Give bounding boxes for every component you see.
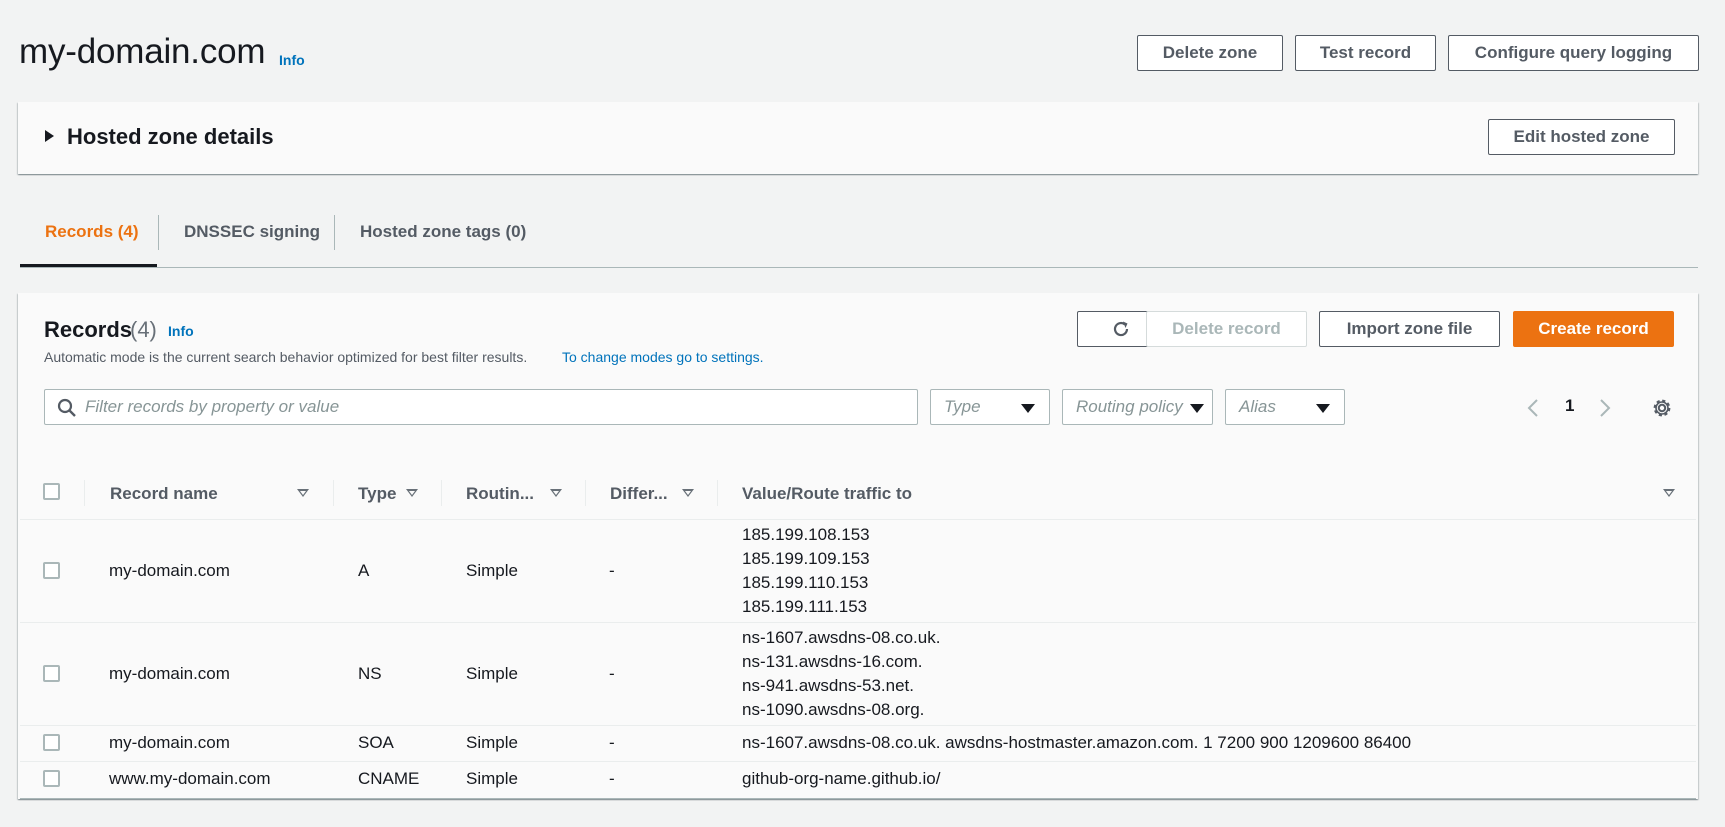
chevron-left-icon[interactable] (1526, 398, 1540, 418)
tab-separator (158, 215, 159, 250)
records-title: Records (44, 317, 133, 342)
tabs-divider (20, 267, 1698, 268)
record-type-cell: A (358, 561, 370, 580)
value-line: 185.199.111.153 (742, 597, 868, 616)
row-divider (20, 761, 1696, 762)
tab-records[interactable]: Records (4) (45, 222, 139, 242)
value-line: 185.199.110.153 (742, 573, 869, 592)
record-differ-cell: - (609, 769, 615, 788)
column-separator (333, 480, 334, 506)
value-line: ns-131.awsdns-16.com. (742, 652, 923, 671)
record-name-cell: www.my-domain.com (109, 769, 271, 788)
record-routing-cell: Simple (466, 733, 518, 752)
chevron-right-icon[interactable] (1598, 398, 1612, 418)
search-input[interactable] (85, 390, 905, 424)
record-routing-cell: Simple (466, 561, 518, 580)
table-bottom-border (20, 798, 1696, 799)
pagination-current-page[interactable]: 1 (1565, 396, 1574, 416)
edit-hosted-zone-button[interactable]: Edit hosted zone (1488, 119, 1675, 155)
row-checkbox[interactable] (43, 562, 60, 579)
column-separator (84, 480, 85, 506)
gear-icon[interactable] (1651, 397, 1673, 419)
value-line: ns-1607.awsdns-08.co.uk. awsdns-hostmast… (742, 733, 1412, 752)
routing-policy-filter-select[interactable]: Routing policy (1062, 389, 1213, 425)
column-header-record-name[interactable]: Record name (110, 484, 218, 504)
record-differ-cell: - (609, 561, 615, 580)
record-name-cell: my-domain.com (109, 664, 230, 683)
caret-down-icon (1021, 404, 1035, 413)
value-line: github-org-name.github.io/ (742, 769, 941, 788)
record-type-cell: CNAME (358, 769, 420, 788)
record-value-cell: ns-1607.awsdns-08.co.uk. ns-131.awsdns-1… (742, 626, 940, 722)
configure-query-logging-button[interactable]: Configure query logging (1448, 35, 1699, 71)
value-line: ns-1090.awsdns-08.org. (742, 700, 925, 719)
alias-filter-label: Alias (1239, 397, 1276, 416)
alias-filter-select[interactable]: Alias (1225, 389, 1345, 425)
caret-down-icon (1316, 404, 1330, 413)
type-filter-label: Type (944, 397, 981, 416)
caret-right-icon[interactable] (45, 130, 54, 142)
hosted-zone-details-toggle[interactable]: Hosted zone details (67, 124, 274, 150)
column-header-routing[interactable]: Routin... (466, 484, 534, 504)
column-header-value[interactable]: Value/Route traffic to (742, 484, 912, 504)
record-value-cell: ns-1607.awsdns-08.co.uk. awsdns-hostmast… (742, 731, 1411, 755)
record-type-cell: SOA (358, 733, 394, 752)
column-separator (585, 480, 586, 506)
value-line: ns-941.awsdns-53.net. (742, 676, 914, 695)
sort-icon[interactable] (682, 489, 694, 497)
record-differ-cell: - (609, 733, 615, 752)
value-line: 185.199.109.153 (742, 549, 870, 568)
row-divider (20, 622, 1696, 623)
create-record-button[interactable]: Create record (1513, 311, 1674, 347)
sort-icon[interactable] (297, 489, 309, 497)
tab-dnssec-signing[interactable]: DNSSEC signing (184, 222, 320, 242)
row-checkbox[interactable] (43, 734, 60, 751)
tab-hosted-zone-tags[interactable]: Hosted zone tags (0) (360, 222, 526, 242)
value-line: 185.199.108.153 (742, 525, 870, 544)
import-zone-file-button[interactable]: Import zone file (1319, 311, 1500, 347)
records-count: (4) (130, 317, 157, 342)
refresh-icon (1113, 321, 1129, 337)
record-type-cell: NS (358, 664, 382, 683)
sort-icon[interactable] (406, 489, 418, 497)
column-separator (717, 480, 718, 506)
column-separator (441, 480, 442, 506)
record-name-cell: my-domain.com (109, 733, 230, 752)
record-differ-cell: - (609, 664, 615, 683)
title-info-link[interactable]: Info (279, 52, 305, 68)
records-info-link[interactable]: Info (168, 323, 194, 339)
delete-zone-button[interactable]: Delete zone (1137, 35, 1283, 71)
row-divider (20, 725, 1696, 726)
column-header-type[interactable]: Type (358, 484, 396, 504)
change-modes-link[interactable]: To change modes go to settings. (562, 349, 764, 365)
record-routing-cell: Simple (466, 769, 518, 788)
search-box (44, 389, 918, 425)
value-line: ns-1607.awsdns-08.co.uk. (742, 628, 941, 647)
page-title: my-domain.com (19, 32, 266, 71)
routing-policy-filter-label: Routing policy (1076, 397, 1183, 416)
record-value-cell: 185.199.108.153 185.199.109.153 185.199.… (742, 523, 870, 619)
type-filter-select[interactable]: Type (930, 389, 1050, 425)
delete-record-button[interactable]: Delete record (1146, 311, 1307, 347)
tab-separator (334, 215, 335, 250)
record-name-cell: my-domain.com (109, 561, 230, 580)
sort-icon[interactable] (1663, 489, 1675, 497)
row-checkbox[interactable] (43, 770, 60, 787)
caret-down-icon (1190, 404, 1204, 413)
search-icon (57, 398, 76, 417)
row-checkbox[interactable] (43, 665, 60, 682)
record-routing-cell: Simple (466, 664, 518, 683)
test-record-button[interactable]: Test record (1295, 35, 1436, 71)
column-header-differ[interactable]: Differ... (610, 484, 668, 504)
select-all-checkbox[interactable] (43, 483, 60, 500)
record-value-cell: github-org-name.github.io/ (742, 767, 940, 791)
sort-icon[interactable] (550, 489, 562, 497)
records-description: Automatic mode is the current search beh… (44, 349, 528, 365)
